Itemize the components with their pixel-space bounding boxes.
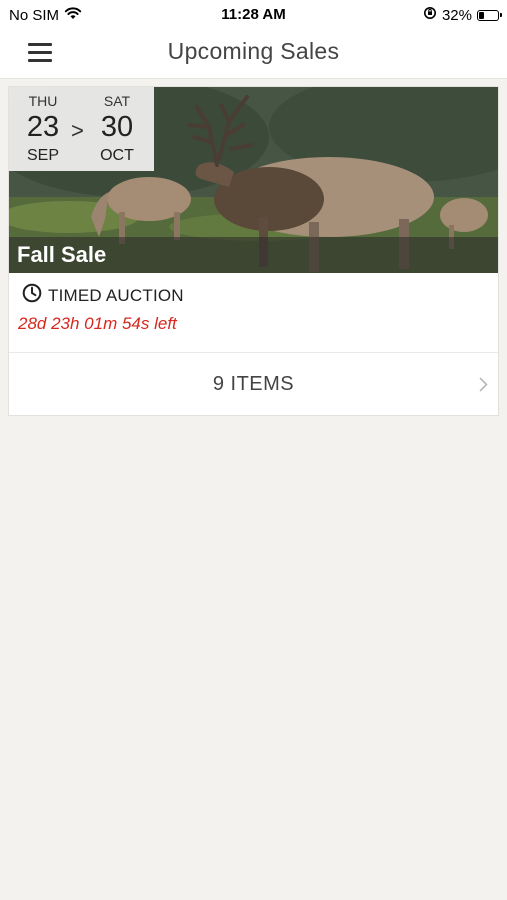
start-date: 23 xyxy=(26,111,60,143)
view-items-button[interactable]: 9 ITEMS xyxy=(9,353,498,415)
orientation-lock-icon xyxy=(423,6,437,24)
end-month: OCT xyxy=(100,147,134,164)
status-bar: No SIM 11:28 AM 32% xyxy=(0,0,507,28)
start-month: SEP xyxy=(26,147,59,164)
chevron-right-icon xyxy=(479,377,488,397)
start-day: THU xyxy=(28,93,58,109)
battery-percent: 32% xyxy=(441,6,472,24)
auction-type-row: TIMED AUCTION xyxy=(22,283,184,308)
battery-icon xyxy=(477,9,502,21)
time-left-countdown: 28d 23h 01m 54s left xyxy=(18,314,177,333)
sale-title-bar: Fall Sale xyxy=(9,237,498,273)
clock-icon xyxy=(22,283,42,308)
battery-fill xyxy=(479,11,485,19)
date-arrow: > xyxy=(71,118,84,143)
page-title: Upcoming Sales xyxy=(167,38,340,64)
date-range-box: THU 23 SEP > SAT 30 OCT xyxy=(9,87,154,171)
sale-card[interactable]: THU 23 SEP > SAT 30 OCT Fall Sale TIMED … xyxy=(8,86,499,416)
items-count-label: 9 ITEMS xyxy=(212,373,295,395)
sale-image[interactable]: THU 23 SEP > SAT 30 OCT Fall Sale xyxy=(9,87,498,273)
nav-bar: Upcoming Sales xyxy=(0,28,507,79)
end-day: SAT xyxy=(103,93,131,109)
auction-type-label: TIMED AUCTION xyxy=(48,285,184,305)
sale-title: Fall Sale xyxy=(17,242,107,267)
status-right: 32% xyxy=(423,6,502,24)
end-date: 30 xyxy=(100,111,134,143)
